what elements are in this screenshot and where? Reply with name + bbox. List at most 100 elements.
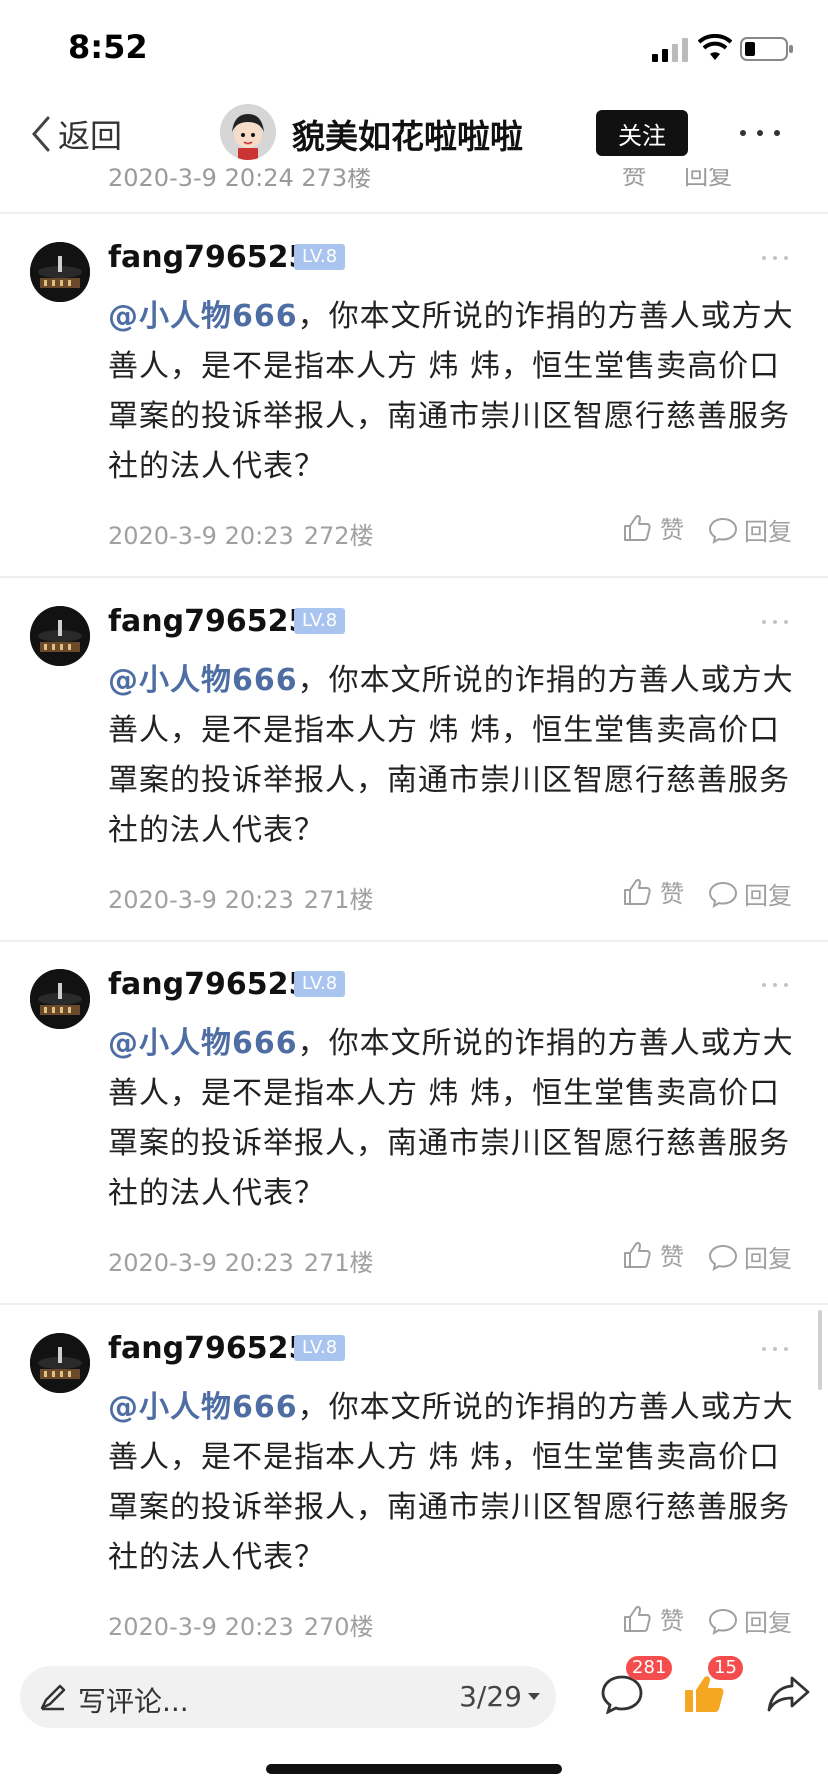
comment-floor: 271楼 bbox=[303, 886, 374, 914]
cartoon-avatar-icon bbox=[220, 104, 276, 160]
share-arrow-icon[interactable] bbox=[766, 1674, 810, 1714]
more-dots-icon bbox=[773, 1347, 777, 1351]
reply-label: 回复 bbox=[744, 1609, 792, 1637]
mention-link[interactable]: @小人物666 bbox=[108, 299, 298, 334]
comment-floor: 271楼 bbox=[303, 1249, 374, 1277]
comment-bubble-icon[interactable] bbox=[600, 1674, 644, 1714]
reply-button[interactable]: 回复 bbox=[708, 1603, 792, 1638]
commenter-avatar[interactable] bbox=[30, 606, 90, 666]
comment-more-button[interactable] bbox=[762, 983, 788, 989]
thumbs-up-icon bbox=[624, 878, 651, 905]
cellular-signal-icon bbox=[652, 38, 688, 62]
comment-placeholder: 写评论... bbox=[78, 1685, 189, 1718]
nav-header: 返回 貌美如花啦啦啦 关注 bbox=[0, 100, 828, 168]
previous-reply-label[interactable]: 回复 bbox=[684, 168, 732, 190]
reply-label: 回复 bbox=[744, 1245, 792, 1273]
like-label: 赞 bbox=[660, 1607, 684, 1635]
commenter-avatar[interactable] bbox=[30, 1333, 90, 1393]
mention-link[interactable]: @小人物666 bbox=[108, 1026, 298, 1061]
commenter-username[interactable]: fang796525 bbox=[108, 604, 309, 639]
previous-comment-footer: 2020-3-9 20:24 273楼 赞 回复 bbox=[0, 168, 828, 212]
write-comment-input[interactable]: 写评论... 3/29 bbox=[20, 1666, 556, 1728]
reply-bubble-icon bbox=[708, 517, 738, 544]
commenter-username[interactable]: fang796525 bbox=[108, 1331, 309, 1366]
avatar-image-icon bbox=[30, 969, 90, 1029]
level-badge: LV.8 bbox=[294, 971, 346, 997]
thumbs-up-icon bbox=[624, 514, 651, 541]
like-label: 赞 bbox=[660, 516, 684, 544]
comment-body: @小人物666，你本文所说的诈捐的方善人或方大善人，是不是指本人方 炜 炜，恒生… bbox=[108, 1019, 798, 1219]
reply-label: 回复 bbox=[744, 882, 792, 910]
dropdown-caret-icon bbox=[528, 1693, 540, 1700]
commenter-avatar[interactable] bbox=[30, 969, 90, 1029]
scrollbar-thumb[interactable] bbox=[818, 1310, 822, 1390]
home-indicator[interactable] bbox=[266, 1764, 562, 1774]
author-name[interactable]: 貌美如花啦啦啦 bbox=[292, 110, 523, 158]
mention-link[interactable]: @小人物666 bbox=[108, 663, 298, 698]
comment-body: @小人物666，你本文所说的诈捐的方善人或方大善人，是不是指本人方 炜 炜，恒生… bbox=[108, 292, 798, 492]
back-label: 返回 bbox=[58, 117, 123, 155]
more-dots-icon bbox=[773, 620, 777, 624]
more-dots-icon bbox=[740, 130, 746, 136]
reply-bubble-icon bbox=[708, 1608, 738, 1635]
reply-bubble-icon bbox=[708, 881, 738, 908]
comment-meta: 2020-3-9 20:23 272楼 bbox=[108, 516, 374, 551]
comment-item[interactable]: fang796525 LV.8 @小人物666，你本文所说的诈捐的方善人或方大善… bbox=[0, 1305, 828, 1667]
status-bar: 8:52 bbox=[0, 0, 828, 100]
comment-item[interactable]: fang796525 LV.8 @小人物666，你本文所说的诈捐的方善人或方大善… bbox=[0, 941, 828, 1303]
previous-comment-actions[interactable]: 赞 回复 bbox=[622, 168, 732, 191]
reply-button[interactable]: 回复 bbox=[708, 876, 792, 911]
previous-like-label[interactable]: 赞 bbox=[622, 168, 646, 190]
avatar-image-icon bbox=[30, 606, 90, 666]
comment-count-badge: 281 bbox=[626, 1656, 673, 1680]
avatar-image-icon bbox=[30, 1333, 90, 1393]
reply-button[interactable]: 回复 bbox=[708, 512, 792, 547]
comment-item[interactable]: fang796525 LV.8 @小人物666，你本文所说的诈捐的方善人或方大善… bbox=[0, 578, 828, 940]
more-dots-icon bbox=[757, 130, 763, 136]
like-label: 赞 bbox=[660, 880, 684, 908]
like-button[interactable]: 赞 bbox=[622, 1601, 684, 1636]
more-dots-icon bbox=[784, 1347, 788, 1351]
commenter-avatar[interactable] bbox=[30, 242, 90, 302]
more-options-button[interactable] bbox=[740, 118, 780, 148]
previous-comment-meta: 2020-3-9 20:24 273楼 bbox=[108, 168, 372, 192]
comment-date: 2020-3-9 20:23 bbox=[108, 522, 294, 550]
more-dots-icon bbox=[774, 130, 780, 136]
author-avatar[interactable] bbox=[220, 104, 276, 160]
level-badge: LV.8 bbox=[294, 244, 346, 270]
commenter-username[interactable]: fang796525 bbox=[108, 967, 309, 1002]
more-dots-icon bbox=[762, 256, 766, 260]
thumbs-up-icon bbox=[624, 1241, 651, 1268]
more-dots-icon bbox=[762, 1347, 766, 1351]
reply-button[interactable]: 回复 bbox=[708, 1239, 792, 1274]
mention-link[interactable]: @小人物666 bbox=[108, 1390, 298, 1425]
more-dots-icon bbox=[784, 256, 788, 260]
comment-item[interactable]: fang796525 LV.8 @小人物666，你本文所说的诈捐的方善人或方大善… bbox=[0, 214, 828, 576]
comment-date: 2020-3-9 20:23 bbox=[108, 886, 294, 914]
like-button[interactable]: 赞 bbox=[622, 874, 684, 909]
back-button[interactable]: 返回 bbox=[28, 112, 122, 156]
like-button[interactable]: 赞 bbox=[622, 1237, 684, 1272]
back-chevron-icon bbox=[32, 116, 50, 152]
comment-meta: 2020-3-9 20:23 271楼 bbox=[108, 880, 374, 915]
comment-body: @小人物666，你本文所说的诈捐的方善人或方大善人，是不是指本人方 炜 炜，恒生… bbox=[108, 656, 798, 856]
more-dots-icon bbox=[762, 620, 766, 624]
reply-label: 回复 bbox=[744, 518, 792, 546]
comment-date: 2020-3-9 20:23 bbox=[108, 1249, 294, 1277]
like-button[interactable]: 赞 bbox=[622, 510, 684, 545]
status-time: 8:52 bbox=[68, 28, 148, 66]
more-dots-icon bbox=[773, 983, 777, 987]
comment-more-button[interactable] bbox=[762, 620, 788, 626]
comment-meta: 2020-3-9 20:23 271楼 bbox=[108, 1243, 374, 1278]
page-selector[interactable]: 3/29 bbox=[459, 1680, 540, 1713]
comment-floor: 272楼 bbox=[303, 522, 374, 550]
battery-icon bbox=[740, 37, 793, 61]
follow-button[interactable]: 关注 bbox=[596, 110, 688, 156]
level-badge: LV.8 bbox=[294, 608, 346, 634]
level-badge: LV.8 bbox=[294, 1335, 346, 1361]
commenter-username[interactable]: fang796525 bbox=[108, 240, 309, 275]
comment-meta: 2020-3-9 20:23 270楼 bbox=[108, 1607, 374, 1642]
like-label: 赞 bbox=[660, 1243, 684, 1271]
comment-more-button[interactable] bbox=[762, 256, 788, 262]
comment-more-button[interactable] bbox=[762, 1347, 788, 1353]
